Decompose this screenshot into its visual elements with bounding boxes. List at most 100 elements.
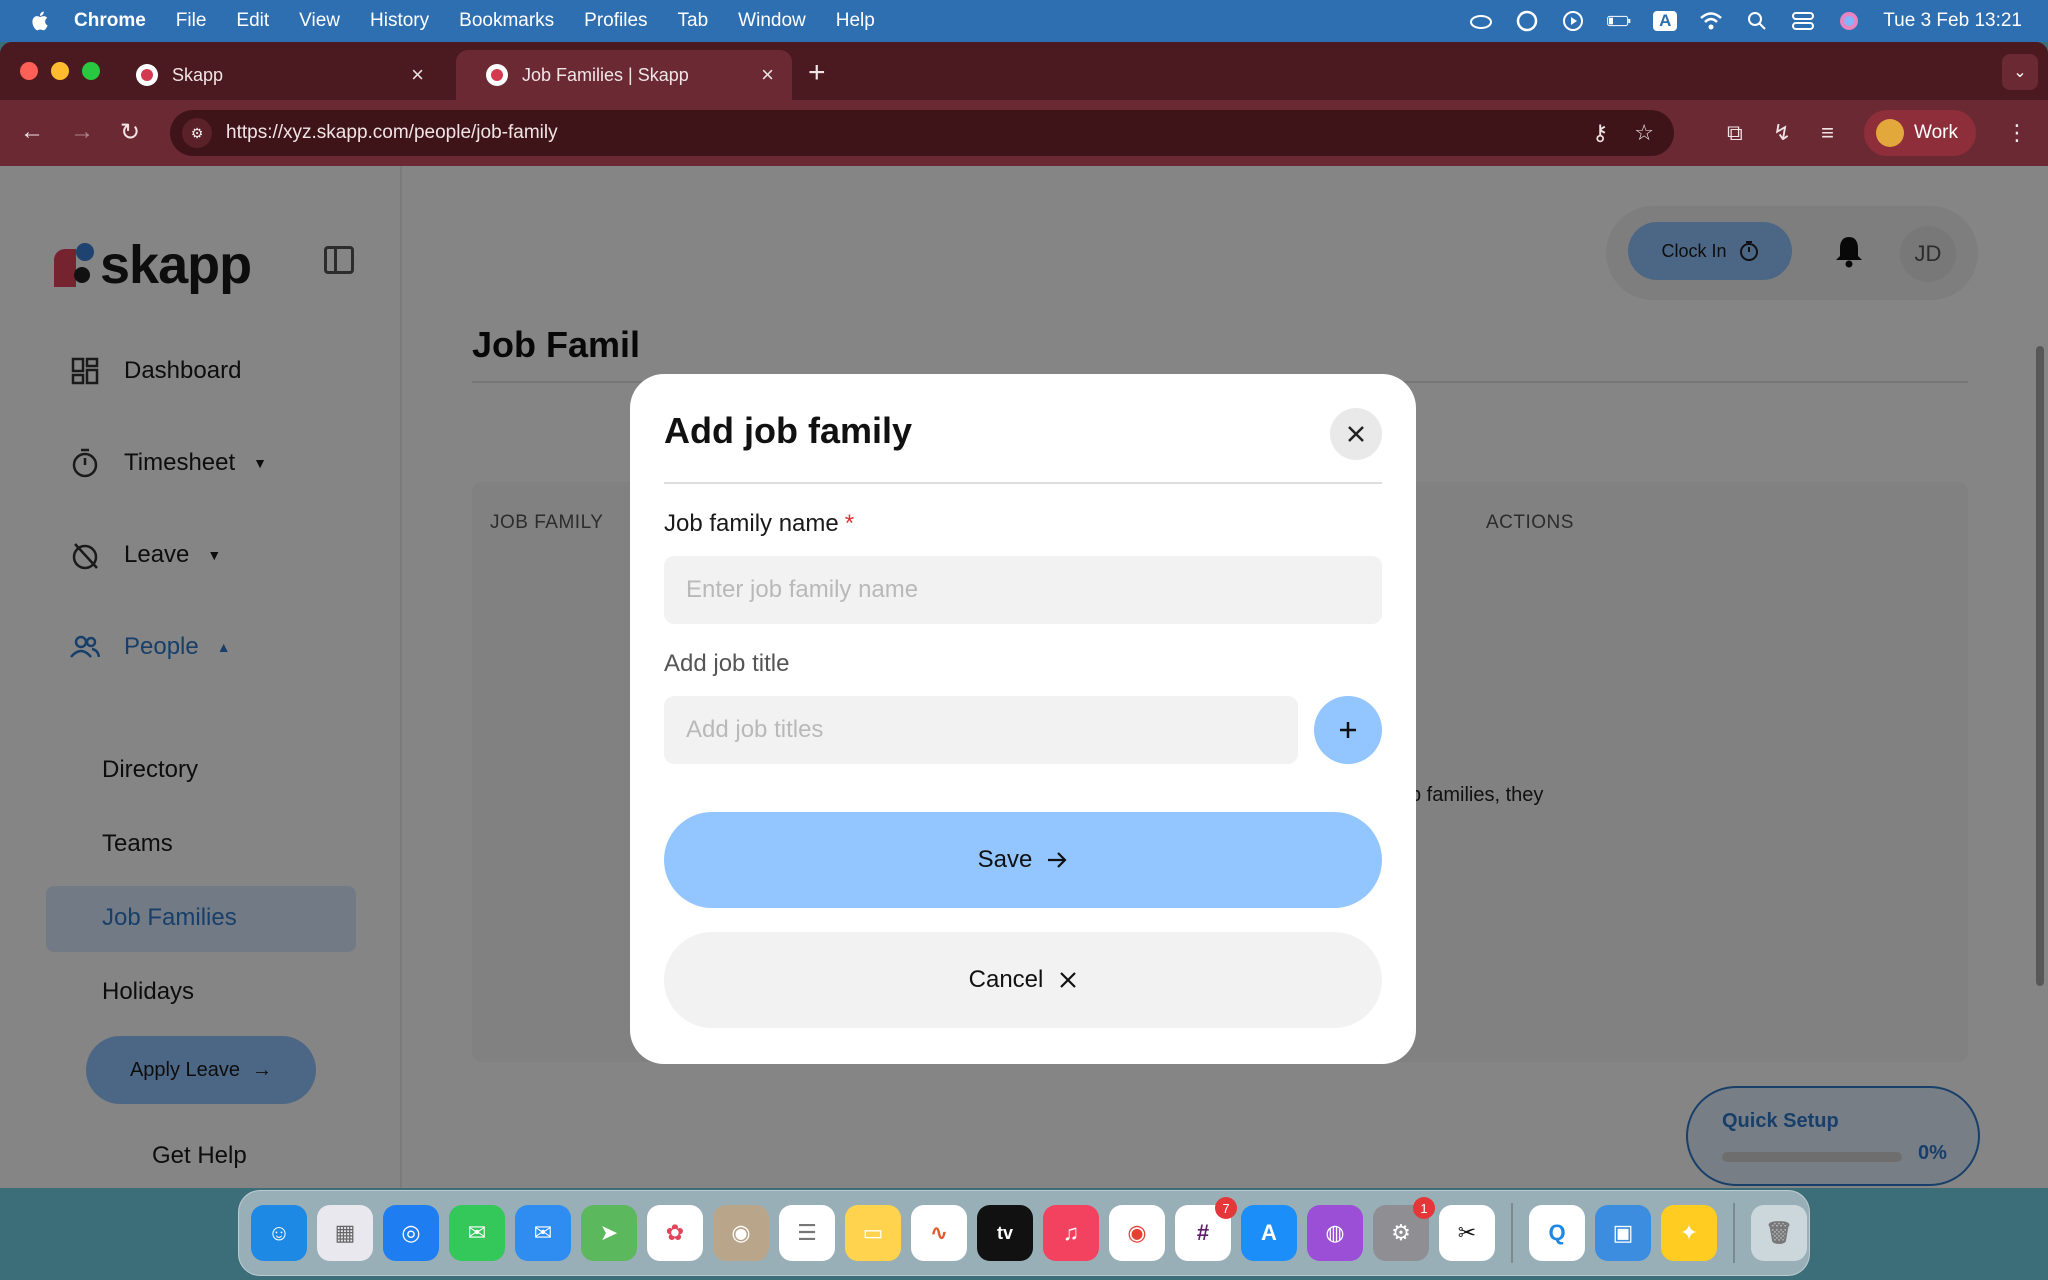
control-center-icon[interactable] [1791,10,1815,32]
new-tab-plus-icon[interactable]: + [808,56,826,90]
grammarly-icon[interactable] [1515,10,1539,32]
window-minimize-button[interactable] [51,62,69,80]
wifi-icon[interactable] [1699,10,1723,32]
maps-icon[interactable]: ➤ [581,1205,637,1261]
save-label: Save [977,846,1033,873]
app-store-icon[interactable]: A [1241,1205,1297,1261]
dialog-close-button[interactable] [1330,408,1382,460]
password-key-icon[interactable]: ⚷ [1592,120,1608,146]
menu-history[interactable]: History [370,10,429,32]
tips-icon[interactable]: ✦ [1661,1205,1717,1261]
menu-profiles[interactable]: Profiles [584,10,647,32]
media-play-icon[interactable] [1561,10,1585,32]
skapp-favicon [136,64,158,86]
photos-icon[interactable]: ✿ [647,1205,703,1261]
toolbar-right: ⧉ ↯ ≡ Work ⋮ [1727,110,2028,156]
input-source-icon[interactable]: A [1653,10,1678,32]
apple-icon[interactable] [30,10,52,32]
freeform-icon[interactable]: ∿ [911,1205,967,1261]
site-info-icon[interactable]: ⚙ [182,118,212,148]
extensions-puzzle-icon[interactable]: ⧉ [1727,120,1743,146]
menu-window[interactable]: Window [738,10,806,32]
media-controls-icon[interactable]: ≡ [1821,120,1834,146]
address-bar-actions: ⚷ ☆ [1592,120,1654,146]
back-arrow-icon[interactable]: ← [20,118,44,146]
macos-dock: ☺ ▦ ◎ ✉ ✉ ➤ ✿ ◉ ☰ ▭ ∿ tv ♫ ◉ #7 A ◍ ⚙ 1 ✂… [238,1190,1810,1276]
menu-bookmarks[interactable]: Bookmarks [459,10,554,32]
apple-tv-label: tv [996,1222,1013,1243]
notes-icon[interactable]: ▭ [845,1205,901,1261]
forward-arrow-icon[interactable]: → [70,118,94,146]
tab-title: Skapp [172,64,224,85]
siri-icon[interactable] [1837,10,1861,32]
cancel-button[interactable]: Cancel [664,932,1382,1028]
close-icon [1060,972,1077,988]
battery-icon[interactable] [1607,10,1631,32]
browser-tab-job-families[interactable]: Job Families | Skapp × [456,50,792,100]
system-settings-icon[interactable]: ⚙ 1 [1373,1197,1435,1261]
music-icon[interactable]: ♫ [1043,1205,1099,1261]
reminders-icon[interactable]: ☰ [779,1205,835,1261]
plus-icon [1340,722,1356,738]
dock-separator [1733,1203,1735,1263]
launchpad-icon[interactable]: ▦ [317,1205,373,1261]
menu-edit[interactable]: Edit [236,10,269,32]
job-family-name-label-text: Job family name [664,510,839,537]
job-family-name-label: Job family name * [664,510,854,538]
profile-name: Work [1914,122,1958,143]
address-bar[interactable]: ⚙ https://xyz.skapp.com/people/job-famil… [170,110,1674,156]
bookmark-star-icon[interactable]: ☆ [1634,120,1654,146]
tab-strip: Skapp × Job Families | Skapp × + ⌄ [0,42,2048,100]
finder-icon[interactable]: ☺ [251,1205,307,1261]
menu-tab[interactable]: Tab [678,10,709,32]
chrome-menu-icon[interactable]: ⋮ [2006,120,2028,146]
browser-tab-skapp[interactable]: Skapp × [106,50,442,100]
job-title-input[interactable] [664,696,1298,764]
close-tab-icon[interactable]: × [761,62,774,88]
menubar-clock[interactable]: Tue 3 Feb 13:21 [1883,10,2022,32]
spotlight-search-icon[interactable] [1745,10,1769,32]
capcut-icon[interactable]: ✂ [1439,1205,1495,1261]
close-icon [1348,426,1364,442]
profile-avatar [1876,119,1905,147]
creative-cloud-icon[interactable] [1469,10,1493,32]
dock-separator [1511,1203,1513,1263]
url-text[interactable]: https://xyz.skapp.com/people/job-family [226,122,558,144]
menu-view[interactable]: View [299,10,340,32]
menu-app-name[interactable]: Chrome [74,10,146,32]
menu-help[interactable]: Help [836,10,875,32]
add-job-family-dialog: Add job family Job family name* Add job … [630,374,1416,1064]
skapp-favicon [486,64,508,86]
podcasts-icon[interactable]: ◍ [1307,1205,1363,1261]
close-tab-icon[interactable]: × [411,62,424,88]
browser-toolbar: ← → ↻ ⚙ https://xyz.skapp.com/people/job… [0,100,2048,166]
profile-button[interactable]: Work [1864,110,1976,156]
window-close-button[interactable] [20,62,38,80]
trash-icon[interactable]: 🗑 [1751,1205,1807,1261]
messages-icon[interactable]: ✉ [449,1205,505,1261]
slack-icon[interactable]: #7 [1175,1197,1237,1261]
mail-icon[interactable]: ✉ [515,1205,571,1261]
reload-icon[interactable]: ↻ [120,118,140,147]
contacts-icon[interactable]: ◉ [713,1205,769,1261]
save-button[interactable]: Save [664,812,1382,908]
cancel-label: Cancel [968,966,1044,993]
add-job-title-label: Add job title [664,650,790,677]
menu-file[interactable]: File [176,10,207,32]
extension-icon[interactable]: ↯ [1773,120,1791,146]
tab-search-chevron-icon[interactable]: ⌄ [2002,54,2038,90]
safari-icon[interactable]: ◎ [383,1205,439,1261]
dialog-title: Add job family [664,410,913,451]
window-zoom-button[interactable] [82,62,100,80]
add-job-title-button[interactable] [1314,696,1382,764]
notification-badge: 7 [1215,1197,1237,1219]
required-asterisk: * [844,510,855,537]
chrome-icon[interactable]: ◉ [1109,1205,1165,1261]
apple-tv-icon[interactable]: tv [977,1205,1033,1261]
menubar-status-area: A Tue 3 Feb 13:21 [1469,0,2022,42]
job-family-name-input[interactable] [664,556,1382,624]
preview-icon[interactable]: ▣ [1595,1205,1651,1261]
quicktime-icon[interactable]: Q [1529,1205,1585,1261]
arrow-right-icon [1048,852,1067,868]
skapp-page: skapp Dashboard Timesheet ▼ Leave ▼ Peop… [0,166,2048,1188]
